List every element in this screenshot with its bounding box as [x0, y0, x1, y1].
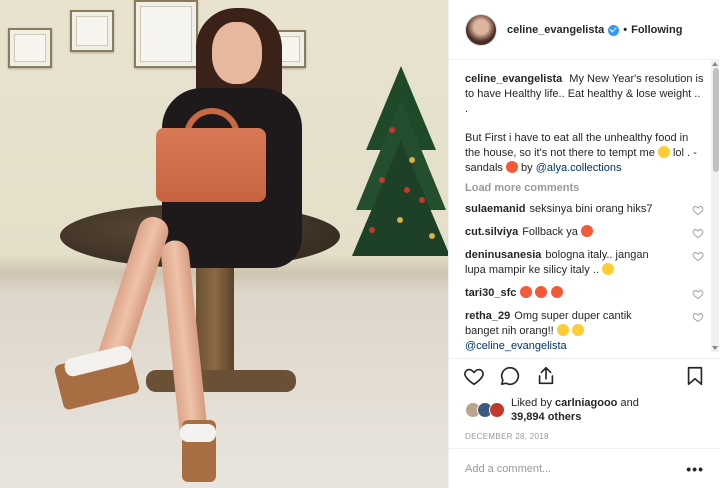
smile-emoji-icon — [601, 263, 614, 275]
likes-summary: Liked by carlniagooo and 39,894 others — [449, 392, 720, 424]
comment-item: tari30_sfc — [465, 286, 704, 301]
scrollbar-thumb[interactable] — [713, 68, 719, 172]
christmas-tree — [352, 66, 448, 256]
like-comment-heart-icon[interactable] — [692, 227, 704, 239]
avatar[interactable] — [465, 13, 497, 46]
liker-username[interactable]: carlniagooo — [555, 397, 617, 409]
instagram-post: celine_evangelista • Following celine_ev… — [0, 0, 720, 488]
comments-list[interactable]: celine_evangelista My New Year's resolut… — [449, 60, 720, 358]
like-comment-heart-icon[interactable] — [692, 204, 704, 216]
like-comment-heart-icon[interactable] — [692, 311, 704, 323]
bookmark-icon[interactable] — [684, 365, 706, 387]
verified-icon — [608, 25, 620, 36]
wall-frame — [8, 28, 52, 68]
caption-text: by — [521, 162, 533, 174]
caption: celine_evangelista My New Year's resolut… — [465, 72, 704, 176]
header-username[interactable]: celine_evangelista — [507, 24, 604, 36]
likes-count[interactable]: 39,894 others — [511, 411, 581, 423]
more-icon[interactable]: ••• — [686, 461, 704, 477]
comment-username[interactable]: sulaemanid — [465, 203, 526, 215]
laughing-emoji-icon — [657, 146, 670, 158]
comment-username[interactable]: deninusanesia — [465, 249, 541, 261]
comment-icon[interactable] — [499, 365, 521, 387]
liker-avatar[interactable] — [489, 402, 505, 418]
load-more-comments[interactable]: Load more comments — [465, 182, 704, 194]
likes-conj: and — [620, 397, 639, 409]
table-pedestal — [196, 262, 234, 382]
comment-text: Follback ya — [522, 226, 578, 238]
sandal-emoji-icon — [505, 161, 518, 173]
handbag — [156, 128, 266, 202]
scroll-up-arrow-icon[interactable] — [712, 62, 718, 66]
comment-input[interactable] — [465, 462, 687, 475]
comment-item: retha_29 Omg super duper cantik banget ni… — [465, 309, 704, 354]
post-sidebar: celine_evangelista • Following celine_ev… — [448, 0, 720, 488]
comment-mention[interactable]: @celine_evangelista — [465, 340, 567, 352]
table-base — [146, 370, 296, 392]
heart-eyes-emoji-icon — [580, 225, 593, 237]
scroll-down-arrow-icon[interactable] — [712, 346, 718, 350]
like-comment-heart-icon[interactable] — [692, 250, 704, 262]
like-comment-heart-icon[interactable] — [692, 288, 704, 300]
caption-text: But First i have to eat all the unhealth… — [465, 132, 689, 159]
separator-dot: • — [623, 23, 628, 36]
comment-item: cut.silviya Follback ya — [465, 225, 704, 240]
sandal-strap — [180, 424, 216, 442]
caption-username[interactable]: celine_evangelista — [465, 73, 562, 85]
following-button[interactable]: Following — [631, 24, 682, 36]
caption-mention[interactable]: @alya.collections — [536, 162, 622, 174]
heart-eyes-emoji-icon — [535, 286, 548, 298]
comment-item: deninusanesia bologna italy.. jangan lupa… — [465, 248, 704, 278]
post-header: celine_evangelista • Following — [449, 0, 720, 60]
heart-eyes-emoji-icon — [520, 286, 533, 298]
action-bar — [449, 358, 720, 392]
comment-username[interactable]: cut.silviya — [465, 226, 518, 238]
kiss-emoji-icon — [571, 324, 584, 336]
comment-text: seksinya bini orang hiks7 — [529, 203, 653, 215]
comment-username[interactable]: retha_29 — [465, 310, 510, 322]
post-photo[interactable] — [0, 0, 448, 488]
kiss-emoji-icon — [556, 324, 569, 336]
heart-icon[interactable] — [463, 365, 485, 387]
wall-frame — [134, 0, 198, 68]
comment-item: sulaemanid seksinya bini orang hiks7 — [465, 202, 704, 217]
heart-eyes-emoji-icon — [550, 286, 563, 298]
comment-username[interactable]: tari30_sfc — [465, 287, 516, 299]
likes-prefix: Liked by — [511, 397, 552, 409]
add-comment-bar: ••• — [449, 448, 720, 488]
share-icon[interactable] — [535, 365, 557, 387]
person-face — [212, 22, 262, 84]
wall-frame — [70, 10, 114, 52]
post-date[interactable]: DECEMBER 28, 2018 — [449, 424, 720, 448]
